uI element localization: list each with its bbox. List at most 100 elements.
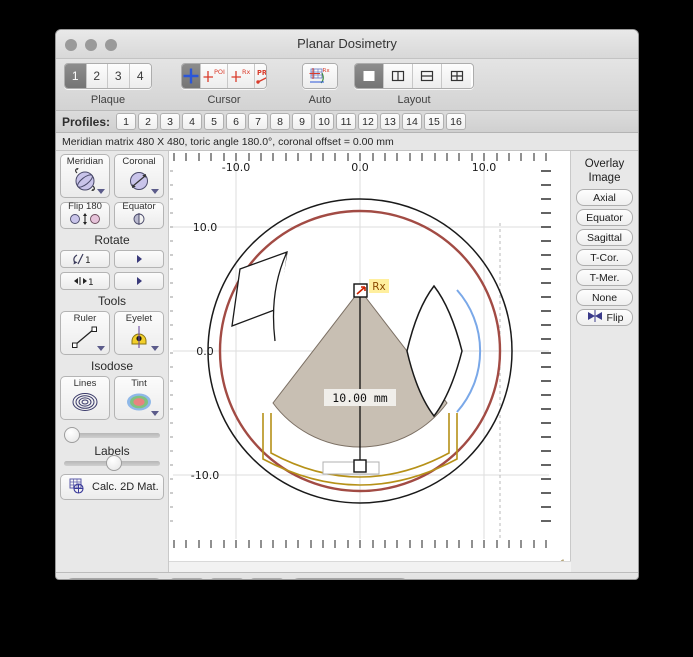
overlay-button-sagittal[interactable]: Sagittal [576,229,633,246]
shift-1-icon[interactable]: 1 [60,272,110,290]
svg-text:Rx: Rx [323,68,331,74]
meridian-view-button[interactable]: Meridian [60,154,110,198]
x-tick-0: 0.0 [351,161,369,174]
main-body: Meridian Coronal Flip 180 Equator Rotate… [56,151,638,572]
auto-rx-grid-icon[interactable]: Rx [303,64,337,88]
bottom-ruler-ticks [173,540,547,548]
profile-button-5[interactable]: 5 [204,113,225,130]
left-tool-panel: Meridian Coronal Flip 180 Equator Rotate… [56,151,169,572]
overlay-button-equator[interactable]: Equator [576,209,633,226]
overlay-button-axial[interactable]: Axial [576,189,633,206]
profile-button-14[interactable]: 14 [402,113,423,130]
overlay-button-t-cor[interactable]: T-Cor. [576,249,633,266]
chevron-down-icon[interactable] [97,189,105,195]
plaque-button-2[interactable]: 2 [86,64,108,88]
toolbar-group-cursor: POI Rx PROF. [181,63,267,106]
right-ruler-ticks [541,170,551,522]
zoom-in-icon[interactable] [210,577,244,579]
calc-2d-matrix-button[interactable]: Calc. 2D Mat. [60,474,164,500]
toolbar-group-plaque: 1 2 3 4 Plaque [64,63,152,106]
equator-icon [128,212,150,230]
profile-button-2[interactable]: 2 [138,113,159,130]
profile-button-10[interactable]: 10 [314,113,335,130]
layout-single-icon[interactable] [355,64,384,88]
svg-text:Rx: Rx [242,68,251,76]
profile-button-12[interactable]: 12 [358,113,379,130]
x-tick-10: 10.0 [472,161,497,174]
profile-button-15[interactable]: 15 [424,113,445,130]
equator-button[interactable]: Equator [114,201,164,230]
canvas-scroll-strip[interactable] [169,561,571,572]
y-tick-0: 0.0 [196,345,214,358]
layout-two-rows-icon[interactable] [413,64,442,88]
profile-button-16[interactable]: 16 [446,113,467,130]
poi-crosshair-icon[interactable]: POI [201,64,228,88]
shift-play-button[interactable] [114,272,164,290]
ruler-tool-button[interactable]: Ruler [60,311,110,355]
flip-icon [586,310,604,325]
eyelet-label: Eyelet [125,313,153,324]
window-title: Planar Dosimetry [297,36,397,51]
home-icon[interactable] [250,577,284,579]
zoom-out-icon[interactable] [170,577,204,579]
overlay-button-flip[interactable]: Flip [576,309,633,326]
plaque-button-4[interactable]: 4 [129,64,151,88]
rx-crosshair-icon[interactable]: Rx [228,64,255,88]
profile-button-11[interactable]: 11 [336,113,357,130]
rotate-ccw-1-icon[interactable]: 1 [60,250,110,268]
layout-two-columns-icon[interactable] [384,64,413,88]
profile-button-9[interactable]: 9 [292,113,313,130]
plaque-handle-bar[interactable] [322,461,380,475]
coronal-globe-icon [122,167,156,200]
crosshair-icon[interactable] [182,64,201,88]
toolbar-label-auto: Auto [308,94,332,106]
profile-button-4[interactable]: 4 [182,113,203,130]
chevron-down-icon[interactable] [151,346,159,352]
x-tick--10: -10.0 [222,161,250,174]
isodose-tint-button[interactable]: Tint [114,376,164,420]
overlay-title-line1: Overlay [584,158,625,170]
profile-button-3[interactable]: 3 [160,113,181,130]
isodose-tint-label: Tint [131,378,147,389]
profile-button-1[interactable]: 1 [116,113,137,130]
ruler-label: Ruler [73,313,97,324]
coronal-view-button[interactable]: Coronal [114,154,164,198]
meridian-label: Meridian [66,156,104,167]
toolbar-label-plaque: Plaque [90,94,126,106]
plaque-button-1[interactable]: 1 [65,64,87,88]
y-tick-10: 10.0 [193,221,218,234]
plaque-handle-knob[interactable] [353,459,367,473]
profile-icon[interactable]: PROF. [255,64,267,88]
chevron-down-icon[interactable] [151,189,159,195]
labels-slider[interactable] [60,455,164,471]
meridian-globe-icon [68,167,102,200]
dosimetry-canvas[interactable]: -10.0 0.0 10.0 10.0 0.0 -10.0 Rx 10.00 m… [169,151,571,572]
chevron-down-icon[interactable] [151,411,159,417]
profiles-label: Profiles: [62,114,111,129]
chevron-down-icon[interactable] [97,346,105,352]
plaque-button-3[interactable]: 3 [108,64,130,88]
profile-button-13[interactable]: 13 [380,113,401,130]
profile-button-7[interactable]: 7 [248,113,269,130]
profile-button-8[interactable]: 8 [270,113,291,130]
isodose-lines-button[interactable]: Lines [60,376,110,420]
opacity-slider-knob[interactable] [63,427,80,443]
calc-2d-matrix-label: Calc. 2D Mat. [92,481,159,493]
eye-plaque-plot[interactable]: -10.0 0.0 10.0 10.0 0.0 -10.0 Rx 10.00 m… [169,151,571,572]
svg-text:1: 1 [85,256,91,265]
overlay-title-line2: Image [588,172,621,184]
overlay-button-t-mer[interactable]: T-Mer. [576,269,633,286]
rotate-play-button[interactable] [114,250,164,268]
eyelet-tool-button[interactable]: Eyelet [114,311,164,355]
overlay-button-none[interactable]: None [576,289,633,306]
profile-button-6[interactable]: 6 [226,113,247,130]
isodose-unit-select[interactable]: Isodose: Gy [290,577,410,579]
layout-quad-icon[interactable] [442,64,471,88]
svg-text:POI: POI [214,68,225,76]
svg-text:1: 1 [88,278,94,287]
flip-180-label: Flip 180 [68,200,102,212]
labels-slider-knob[interactable] [105,455,122,471]
svg-text:PROF.: PROF. [257,69,267,77]
flip-180-button[interactable]: Flip 180 [60,200,110,229]
opacity-slider[interactable] [60,424,164,443]
